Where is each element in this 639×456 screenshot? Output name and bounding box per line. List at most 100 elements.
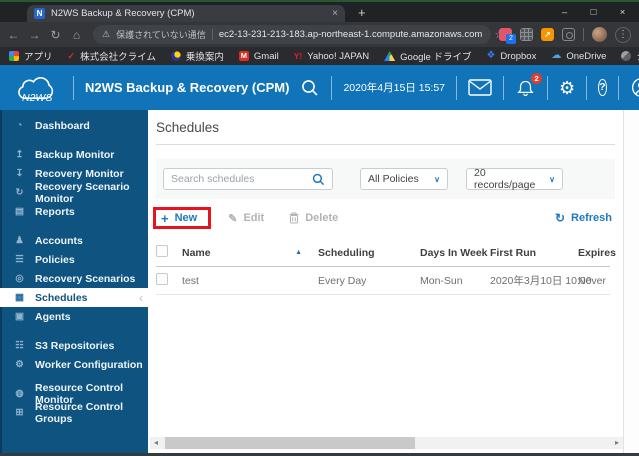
agents-icon: ▣ bbox=[15, 311, 24, 322]
sidebar-item-worker-configuration[interactable]: ⚙ Worker Configuration bbox=[0, 355, 148, 374]
new-button[interactable]: + New bbox=[161, 212, 197, 225]
scrollbar-thumb[interactable] bbox=[165, 437, 415, 449]
app-body: ◔ Dashboard ↥ Backup Monitor ↧ Recovery Mon… bbox=[0, 110, 639, 453]
extension-camera-icon[interactable] bbox=[562, 28, 575, 41]
browser-tab[interactable]: N N2WS Backup & Recovery (CPM) × bbox=[27, 5, 345, 22]
delete-button[interactable]: Delete bbox=[289, 212, 338, 224]
security-label: 保護されていない通信 bbox=[116, 30, 206, 40]
browser-titlebar: N N2WS Backup & Recovery (CPM) × + – □ × bbox=[0, 2, 639, 22]
bookmark-climb[interactable]: ✓ 株式会社クライム bbox=[68, 49, 156, 63]
resource-control-groups-icon: ⊞ bbox=[15, 407, 24, 418]
accounts-icon: ♟ bbox=[15, 235, 24, 246]
bookmark-svgw[interactable]: シリコンバレーゲートウェイ bbox=[621, 49, 639, 63]
security-warning-icon[interactable]: ⚠ bbox=[102, 29, 110, 40]
row-checkbox[interactable] bbox=[156, 273, 168, 285]
bookmark-onedrive[interactable]: ☁ OneDrive bbox=[551, 51, 606, 62]
table-row[interactable]: test Every Day Mon-Sun 2020年3月10日 10:00 … bbox=[156, 266, 611, 295]
action-bar: + New ✎ Edit Delete ↻ Refresh bbox=[153, 203, 615, 233]
column-header-expires[interactable]: Expires bbox=[578, 239, 616, 267]
minimize-button[interactable]: – bbox=[550, 7, 579, 18]
title-divider bbox=[156, 144, 615, 145]
chevron-down-icon: ∨ bbox=[434, 174, 440, 184]
resource-control-monitor-icon: ◍ bbox=[15, 388, 24, 399]
sort-asc-icon[interactable]: ▲ bbox=[295, 249, 302, 256]
column-header-scheduling[interactable]: Scheduling bbox=[318, 239, 420, 267]
sidebar-item-accounts[interactable]: ♟ Accounts bbox=[0, 231, 148, 250]
column-header-first-run[interactable]: First Run bbox=[490, 239, 578, 267]
profile-avatar[interactable] bbox=[592, 27, 607, 42]
cell-scheduling: Every Day bbox=[318, 266, 420, 295]
scroll-right-icon[interactable]: ▸ bbox=[611, 437, 623, 449]
sidebar-item-dashboard[interactable]: ◔ Dashboard bbox=[0, 116, 148, 135]
bookmark-gmail[interactable]: M Gmail bbox=[238, 51, 279, 62]
sidebar-item-s3-repositories[interactable]: ☷ S3 Repositories bbox=[0, 336, 148, 355]
search-icon[interactable] bbox=[312, 173, 325, 186]
bookmark-norikae[interactable]: 乗換案内 bbox=[170, 49, 224, 63]
forward-icon[interactable]: → bbox=[28, 28, 41, 42]
back-icon[interactable]: ← bbox=[7, 28, 20, 42]
sidebar-item-backup-monitor[interactable]: ↥ Backup Monitor bbox=[0, 145, 148, 164]
column-header-days-in-week[interactable]: Days In Week bbox=[420, 239, 490, 267]
sidebar-item-reports[interactable]: ▤ Reports bbox=[0, 202, 148, 221]
extension-arrow-icon[interactable]: ↗ bbox=[541, 28, 554, 41]
header-divider bbox=[617, 75, 619, 100]
dropbox-icon: ❖ bbox=[486, 50, 496, 61]
sidebar-item-policies[interactable]: ☰ Policies bbox=[0, 250, 148, 269]
transit-icon bbox=[170, 51, 181, 61]
reload-icon[interactable]: ↻ bbox=[49, 28, 62, 42]
notifications-bell-icon[interactable]: 2 bbox=[515, 72, 543, 98]
new-tab-button[interactable]: + bbox=[358, 5, 366, 20]
window-controls: – □ × bbox=[550, 3, 637, 21]
header-search-icon[interactable] bbox=[300, 78, 320, 98]
active-item-chevron-icon: ‹ bbox=[139, 290, 143, 305]
n2ws-logo: N2WS bbox=[8, 71, 62, 105]
sidebar-item-recovery-scenarios[interactable]: ◎ Recovery Scenarios bbox=[0, 269, 148, 288]
app-title: N2WS Backup & Recovery (CPM) bbox=[85, 80, 290, 95]
refresh-icon: ↻ bbox=[554, 211, 566, 225]
sidebar-item-schedules[interactable]: ▦ Schedules ‹ bbox=[0, 288, 148, 307]
sidebar-item-recovery-scenario-monitor[interactable]: ↻ Recovery Scenario Monitor bbox=[0, 181, 148, 205]
extension-badge: 2 bbox=[506, 34, 516, 44]
schedules-icon: ▦ bbox=[15, 292, 24, 303]
chrome-menu-icon[interactable]: ⋮ bbox=[615, 26, 631, 43]
page-title: Schedules bbox=[156, 120, 220, 135]
search-input[interactable] bbox=[171, 173, 312, 185]
svg-text:N2WS: N2WS bbox=[22, 92, 52, 104]
home-icon[interactable]: ⌂ bbox=[70, 28, 83, 42]
extension-grid-icon[interactable] bbox=[520, 28, 533, 41]
user-menu[interactable]: climb ∨ bbox=[631, 77, 639, 98]
bookmark-dropbox[interactable]: ❖ Dropbox bbox=[486, 51, 536, 62]
address-bar[interactable]: ⚠ 保護されていない通信 ec2-13-231-213-183.ap-north… bbox=[93, 25, 504, 44]
help-icon[interactable]: ? bbox=[598, 79, 607, 96]
bookmark-apps[interactable]: アプリ bbox=[9, 49, 53, 63]
header-divider bbox=[456, 75, 458, 100]
bookmark-yahoo[interactable]: Y! Yahoo! JAPAN bbox=[294, 51, 369, 62]
extension-pin-icon[interactable]: 2 bbox=[499, 28, 516, 44]
column-header-name[interactable]: Name ▲ bbox=[182, 239, 318, 267]
select-all-checkbox[interactable] bbox=[156, 245, 168, 257]
bookmarks-bar: アプリ ✓ 株式会社クライム 乗換案内 M Gmail Y! Yahoo! JAPAN… bbox=[0, 47, 639, 65]
horizontal-scrollbar[interactable]: ◂ ▸ bbox=[150, 437, 623, 449]
mail-icon[interactable] bbox=[468, 79, 492, 96]
settings-gear-icon[interactable]: ⚙ bbox=[559, 79, 575, 97]
vertical-scrollbar[interactable] bbox=[623, 110, 639, 453]
annotation-red-box: + New bbox=[153, 207, 212, 229]
backup-monitor-icon: ↥ bbox=[15, 149, 24, 160]
tab-close-icon[interactable]: × bbox=[332, 8, 338, 19]
refresh-button[interactable]: ↻ Refresh bbox=[555, 211, 612, 225]
maximize-button[interactable]: □ bbox=[579, 7, 608, 18]
bookmark-gdrive[interactable]: Google ドライブ bbox=[384, 49, 471, 63]
page-size-select[interactable]: 20 records/page ∨ bbox=[466, 167, 563, 191]
close-button[interactable]: × bbox=[608, 7, 637, 18]
scroll-left-icon[interactable]: ◂ bbox=[150, 437, 162, 449]
filter-bar: All Policies ∨ 20 records/page ∨ bbox=[156, 159, 615, 199]
header-divider bbox=[331, 75, 333, 100]
globe-icon bbox=[621, 51, 632, 61]
policies-icon: ☰ bbox=[15, 254, 24, 265]
sidebar-item-resource-control-groups[interactable]: ⊞ Resource Control Groups bbox=[0, 401, 148, 425]
recovery-scenario-monitor-icon: ↻ bbox=[15, 187, 24, 198]
policy-filter-select[interactable]: All Policies ∨ bbox=[360, 168, 448, 190]
main-content: Schedules All Policies ∨ 20 records/page… bbox=[148, 110, 623, 453]
sidebar-item-agents[interactable]: ▣ Agents bbox=[0, 307, 148, 326]
edit-button[interactable]: ✎ Edit bbox=[228, 212, 264, 225]
